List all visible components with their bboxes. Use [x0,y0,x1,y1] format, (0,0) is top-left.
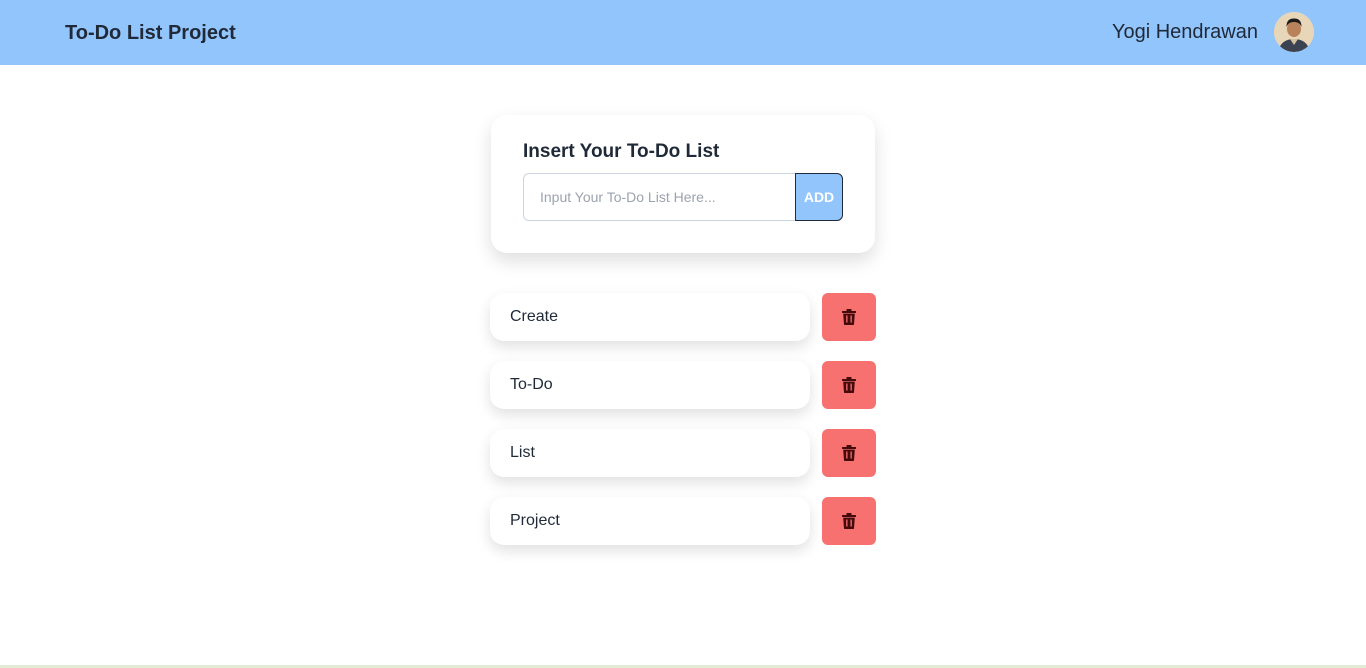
user-name: Yogi Hendrawan [1111,20,1258,43]
todo-item: To-Do [490,361,810,409]
todo-row: Project [490,497,876,545]
trash-icon [842,377,856,393]
user-profile[interactable]: Yogi Hendrawan [1112,12,1314,52]
add-button[interactable]: ADD [795,173,843,221]
todo-form-card: Insert Your To-Do List ADD [491,115,875,253]
navbar: To-Do List Project Yogi Hendrawan [0,0,1366,65]
todo-row: To-Do [490,361,876,409]
avatar[interactable] [1274,12,1314,52]
delete-button[interactable] [822,361,876,409]
trash-icon [842,309,856,325]
todo-list: Create To-Do List Project [490,293,876,565]
todo-item: List [490,429,810,477]
delete-button[interactable] [822,497,876,545]
app-title: To-Do List Project [65,22,236,44]
form-title: Insert Your To-Do List [523,141,720,162]
avatar-image [1274,12,1314,52]
trash-icon [842,513,856,529]
trash-icon [842,445,856,461]
todo-row: List [490,429,876,477]
todo-item: Project [490,497,810,545]
todo-row: Create [490,293,876,341]
todo-input[interactable] [523,173,795,221]
todo-item: Create [490,293,810,341]
delete-button[interactable] [822,293,876,341]
delete-button[interactable] [822,429,876,477]
